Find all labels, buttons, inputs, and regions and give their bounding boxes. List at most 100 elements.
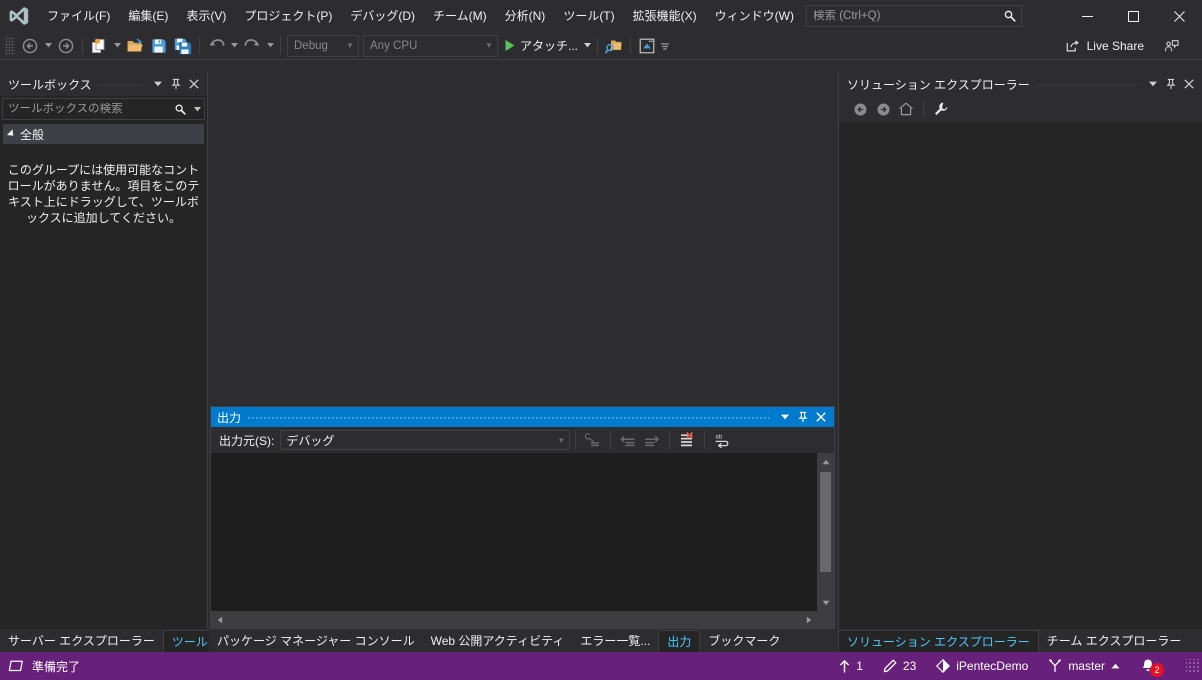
menu-item-view[interactable]: 表示(V)	[177, 0, 235, 32]
menu-item-window[interactable]: ウィンドウ(W)	[706, 0, 803, 32]
scroll-down-icon[interactable]	[817, 594, 834, 611]
undo-button[interactable]	[204, 34, 228, 58]
toolbox-search-box[interactable]	[2, 98, 205, 120]
output-drag-handle[interactable]	[247, 407, 770, 427]
tab-package-manager-console[interactable]: パッケージ マネージャー コンソール	[209, 630, 423, 652]
scroll-left-icon[interactable]	[211, 611, 228, 628]
navigate-back-dropdown[interactable]	[42, 34, 54, 58]
quick-launch-search[interactable]	[806, 5, 1022, 27]
clear-all-icon[interactable]	[675, 429, 699, 451]
solution-explorer-pin-button[interactable]	[1162, 74, 1180, 94]
toolbar-overflow-icon[interactable]	[659, 34, 671, 58]
solution-platform-combo[interactable]: Any CPU ▼	[363, 34, 498, 57]
pending-changes-count: 23	[902, 659, 917, 673]
send-feedback-icon[interactable]	[1158, 34, 1186, 58]
visual-studio-window: ファイル(F) 編集(E) 表示(V) プロジェクト(P) デバッグ(D) チー…	[0, 0, 1202, 680]
toolbar-separator	[610, 431, 612, 449]
toolbox-group-general[interactable]: 全般	[3, 124, 204, 144]
toolbox-pin-button[interactable]	[167, 74, 185, 94]
tab-output[interactable]: 出力	[658, 630, 701, 652]
output-vertical-scrollbar[interactable]	[817, 453, 834, 611]
tab-team-explorer[interactable]: チーム エクスプローラー	[1039, 630, 1190, 652]
output-pin-button[interactable]	[794, 408, 812, 426]
output-source-combo[interactable]: デバッグ ▼	[280, 430, 571, 450]
navigate-back-icon[interactable]	[849, 98, 871, 120]
window-resize-grip[interactable]	[1186, 659, 1200, 673]
menu-item-file[interactable]: ファイル(F)	[38, 0, 119, 32]
branch-selector[interactable]: master	[1038, 652, 1130, 680]
home-icon[interactable]	[895, 98, 917, 120]
title-menu-bar: ファイル(F) 編集(E) 表示(V) プロジェクト(P) デバッグ(D) チー…	[0, 0, 1202, 32]
go-to-next-message-icon[interactable]	[640, 429, 664, 451]
maximize-button[interactable]	[1110, 0, 1156, 32]
solution-explorer-tree[interactable]	[839, 122, 1202, 629]
open-file-button[interactable]	[123, 34, 147, 58]
new-item-dropdown[interactable]	[111, 34, 123, 58]
minimize-button[interactable]	[1064, 0, 1110, 32]
menu-item-project[interactable]: プロジェクト(P)	[235, 0, 341, 32]
menu-item-extensions[interactable]: 拡張機能(X)	[624, 0, 706, 32]
toolbox-search-options-icon[interactable]	[190, 106, 204, 112]
toolbox-close-button[interactable]	[185, 74, 203, 94]
left-dock-tabstrip: サーバー エクスプローラー ツールボックス	[0, 629, 265, 652]
scroll-up-icon[interactable]	[817, 453, 834, 470]
toolbox-drag-handle[interactable]	[97, 72, 143, 96]
toolbox-group-label: 全般	[20, 127, 45, 142]
menu-item-tools[interactable]: ツール(T)	[554, 0, 623, 32]
tab-server-explorer[interactable]: サーバー エクスプローラー	[0, 630, 163, 652]
outgoing-commits[interactable]: 1	[829, 652, 873, 680]
output-scroll-thumb[interactable]	[820, 472, 831, 572]
solution-configuration-combo[interactable]: Debug ▼	[287, 34, 359, 57]
notifications-button[interactable]: 2	[1130, 652, 1186, 680]
outgoing-commits-count: 1	[856, 659, 863, 673]
solution-explorer-drag-handle[interactable]	[1035, 72, 1138, 96]
search-folder-icon[interactable]	[602, 34, 626, 58]
new-item-button[interactable]	[87, 34, 111, 58]
output-body	[211, 453, 834, 611]
toggle-word-wrap-icon[interactable]: ab	[710, 429, 734, 451]
undo-dropdown[interactable]	[228, 34, 240, 58]
repository[interactable]: iPentecDemo	[926, 652, 1038, 680]
pencil-icon	[883, 659, 897, 673]
output-text[interactable]	[211, 453, 817, 611]
menu-item-team[interactable]: チーム(M)	[424, 0, 496, 32]
search-input[interactable]	[807, 10, 999, 22]
output-window-menu-button[interactable]	[776, 408, 794, 426]
find-message-in-code-icon[interactable]	[581, 429, 605, 451]
navigate-forward-button[interactable]	[54, 34, 78, 58]
live-share-button[interactable]: Live Share	[1059, 34, 1150, 58]
toolbox-search-input[interactable]	[3, 103, 170, 115]
save-all-button[interactable]	[171, 34, 195, 58]
go-to-previous-message-icon[interactable]	[616, 429, 640, 451]
preview-selected-items-icon[interactable]	[635, 34, 659, 58]
scroll-right-icon[interactable]	[800, 611, 817, 628]
menu-item-edit[interactable]: 編集(E)	[119, 0, 177, 32]
chevron-down-icon: ▼	[557, 435, 566, 445]
navigate-back-button[interactable]	[18, 34, 42, 58]
scrollbar-corner	[817, 611, 834, 628]
menu-item-analyze[interactable]: 分析(N)	[496, 0, 555, 32]
attach-button[interactable]: アタッチ...	[500, 34, 581, 58]
solution-configuration-value: Debug	[294, 39, 328, 52]
redo-button[interactable]	[240, 34, 264, 58]
wrench-icon[interactable]	[930, 98, 952, 120]
solution-explorer-close-button[interactable]	[1180, 74, 1198, 94]
tab-error-list[interactable]: エラー一覧...	[572, 630, 658, 652]
navigate-forward-icon[interactable]	[872, 98, 894, 120]
toolbar-grip[interactable]	[5, 36, 15, 55]
pending-changes[interactable]: 23	[873, 652, 926, 680]
tab-solution-explorer[interactable]: ソリューション エクスプローラー	[838, 630, 1039, 652]
attach-dropdown[interactable]	[581, 34, 593, 58]
output-horizontal-scrollbar[interactable]	[211, 611, 834, 628]
solution-explorer-title: ソリューション エクスプローラー	[847, 77, 1030, 92]
output-close-button[interactable]	[812, 408, 830, 426]
tab-web-publish-activity[interactable]: Web 公開アクティビティ	[423, 630, 573, 652]
redo-dropdown[interactable]	[264, 34, 276, 58]
save-button[interactable]	[147, 34, 171, 58]
menu-item-debug[interactable]: デバッグ(D)	[341, 0, 424, 32]
tab-bookmarks[interactable]: ブックマーク	[700, 630, 788, 652]
close-button[interactable]	[1156, 0, 1202, 32]
output-toolbar: 出力元(S): デバッグ ▼ ab	[211, 427, 834, 453]
toolbox-window-menu-button[interactable]	[149, 74, 167, 94]
solution-explorer-window-menu-button[interactable]	[1144, 74, 1162, 94]
